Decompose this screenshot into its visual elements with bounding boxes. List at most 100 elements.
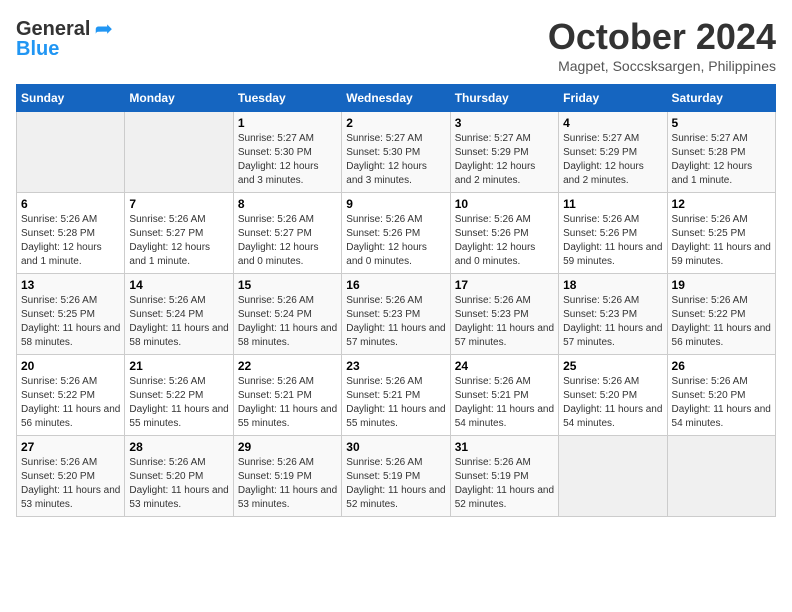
week-row-1: 1 Sunrise: 5:27 AM Sunset: 5:30 PM Daylig… [17,112,776,193]
day-number: 8 [238,197,337,211]
day-info: Sunrise: 5:27 AM Sunset: 5:30 PM Dayligh… [238,132,337,188]
col-header-thursday: Thursday [450,85,558,112]
day-info: Sunrise: 5:26 AM Sunset: 5:25 PM Dayligh… [21,294,120,350]
day-number: 16 [346,278,445,292]
day-number: 3 [455,116,554,130]
day-info: Sunrise: 5:26 AM Sunset: 5:24 PM Dayligh… [129,294,228,350]
day-number: 12 [672,197,771,211]
day-info: Sunrise: 5:26 AM Sunset: 5:21 PM Dayligh… [455,375,554,431]
logo: General ➦ Blue [16,16,113,61]
day-info: Sunrise: 5:26 AM Sunset: 5:27 PM Dayligh… [129,213,228,269]
day-number: 10 [455,197,554,211]
day-number: 24 [455,359,554,373]
day-number: 14 [129,278,228,292]
day-cell [667,436,775,517]
day-cell: 24 Sunrise: 5:26 AM Sunset: 5:21 PM Dayli… [450,355,558,436]
col-header-monday: Monday [125,85,233,112]
day-number: 20 [21,359,120,373]
day-number: 15 [238,278,337,292]
day-info: Sunrise: 5:26 AM Sunset: 5:20 PM Dayligh… [21,456,120,512]
day-info: Sunrise: 5:26 AM Sunset: 5:23 PM Dayligh… [346,294,445,350]
day-cell: 4 Sunrise: 5:27 AM Sunset: 5:29 PM Daylig… [559,112,667,193]
day-cell: 21 Sunrise: 5:26 AM Sunset: 5:22 PM Dayli… [125,355,233,436]
day-number: 11 [563,197,662,211]
day-number: 31 [455,440,554,454]
day-cell: 11Sunrise: 5:26 AM Sunset: 5:26 PM Dayli… [559,193,667,274]
day-number: 21 [129,359,228,373]
day-number: 6 [21,197,120,211]
day-cell: 2 Sunrise: 5:27 AM Sunset: 5:30 PM Daylig… [342,112,450,193]
day-cell: 13 Sunrise: 5:26 AM Sunset: 5:25 PM Dayli… [17,274,125,355]
day-number: 27 [21,440,120,454]
day-cell: 10Sunrise: 5:26 AM Sunset: 5:26 PM Dayli… [450,193,558,274]
day-cell: 5 Sunrise: 5:27 AM Sunset: 5:28 PM Daylig… [667,112,775,193]
day-info: Sunrise: 5:26 AM Sunset: 5:19 PM Dayligh… [455,456,554,512]
col-header-sunday: Sunday [17,85,125,112]
day-number: 4 [563,116,662,130]
day-number: 9 [346,197,445,211]
col-header-tuesday: Tuesday [233,85,341,112]
day-cell: 1 Sunrise: 5:27 AM Sunset: 5:30 PM Daylig… [233,112,341,193]
day-info: Sunrise: 5:27 AM Sunset: 5:30 PM Dayligh… [346,132,445,188]
day-number: 29 [238,440,337,454]
day-cell: 27 Sunrise: 5:26 AM Sunset: 5:20 PM Dayli… [17,436,125,517]
day-cell: 30Sunrise: 5:26 AM Sunset: 5:19 PM Dayli… [342,436,450,517]
week-row-3: 13 Sunrise: 5:26 AM Sunset: 5:25 PM Dayli… [17,274,776,355]
day-info: Sunrise: 5:26 AM Sunset: 5:26 PM Dayligh… [346,213,445,269]
day-info: Sunrise: 5:26 AM Sunset: 5:25 PM Dayligh… [672,213,771,269]
day-number: 13 [21,278,120,292]
day-cell: 15 Sunrise: 5:26 AM Sunset: 5:24 PM Dayli… [233,274,341,355]
day-cell: 9 Sunrise: 5:26 AM Sunset: 5:26 PM Daylig… [342,193,450,274]
day-cell: 3 Sunrise: 5:27 AM Sunset: 5:29 PM Daylig… [450,112,558,193]
day-number: 1 [238,116,337,130]
day-cell: 19Sunrise: 5:26 AM Sunset: 5:22 PM Dayli… [667,274,775,355]
calendar-table: SundayMondayTuesdayWednesdayThursdayFrid… [16,84,776,517]
day-info: Sunrise: 5:26 AM Sunset: 5:20 PM Dayligh… [129,456,228,512]
day-cell: 18 Sunrise: 5:26 AM Sunset: 5:23 PM Dayli… [559,274,667,355]
day-info: Sunrise: 5:26 AM Sunset: 5:19 PM Dayligh… [238,456,337,512]
day-cell: 23Sunrise: 5:26 AM Sunset: 5:21 PM Dayli… [342,355,450,436]
day-number: 17 [455,278,554,292]
day-info: Sunrise: 5:26 AM Sunset: 5:20 PM Dayligh… [672,375,771,431]
col-header-wednesday: Wednesday [342,85,450,112]
day-cell: 16 Sunrise: 5:26 AM Sunset: 5:23 PM Dayli… [342,274,450,355]
day-number: 2 [346,116,445,130]
day-info: Sunrise: 5:26 AM Sunset: 5:24 PM Dayligh… [238,294,337,350]
day-cell [17,112,125,193]
day-info: Sunrise: 5:26 AM Sunset: 5:21 PM Dayligh… [346,375,445,431]
day-number: 18 [563,278,662,292]
day-cell: 20 Sunrise: 5:26 AM Sunset: 5:22 PM Dayli… [17,355,125,436]
day-cell: 17Sunrise: 5:26 AM Sunset: 5:23 PM Dayli… [450,274,558,355]
day-info: Sunrise: 5:26 AM Sunset: 5:27 PM Dayligh… [238,213,337,269]
week-row-4: 20 Sunrise: 5:26 AM Sunset: 5:22 PM Dayli… [17,355,776,436]
col-header-saturday: Saturday [667,85,775,112]
day-info: Sunrise: 5:26 AM Sunset: 5:23 PM Dayligh… [563,294,662,350]
day-info: Sunrise: 5:26 AM Sunset: 5:22 PM Dayligh… [129,375,228,431]
week-row-2: 6 Sunrise: 5:26 AM Sunset: 5:28 PM Daylig… [17,193,776,274]
month-title: October 2024 [548,16,776,58]
day-number: 25 [563,359,662,373]
header-row: SundayMondayTuesdayWednesdayThursdayFrid… [17,85,776,112]
day-info: Sunrise: 5:26 AM Sunset: 5:28 PM Dayligh… [21,213,120,269]
day-number: 22 [238,359,337,373]
title-block: October 2024 Magpet, Soccsksargen, Phili… [548,16,776,74]
day-cell: 7 Sunrise: 5:26 AM Sunset: 5:27 PM Daylig… [125,193,233,274]
page-header: General ➦ Blue October 2024 Magpet, Socc… [16,16,776,74]
day-number: 5 [672,116,771,130]
day-info: Sunrise: 5:26 AM Sunset: 5:19 PM Dayligh… [346,456,445,512]
day-info: Sunrise: 5:27 AM Sunset: 5:29 PM Dayligh… [563,132,662,188]
day-info: Sunrise: 5:26 AM Sunset: 5:20 PM Dayligh… [563,375,662,431]
day-number: 26 [672,359,771,373]
day-info: Sunrise: 5:26 AM Sunset: 5:22 PM Dayligh… [21,375,120,431]
day-cell: 25 Sunrise: 5:26 AM Sunset: 5:20 PM Dayli… [559,355,667,436]
day-cell: 8 Sunrise: 5:26 AM Sunset: 5:27 PM Daylig… [233,193,341,274]
day-cell: 12 Sunrise: 5:26 AM Sunset: 5:25 PM Dayli… [667,193,775,274]
day-cell: 31 Sunrise: 5:26 AM Sunset: 5:19 PM Dayli… [450,436,558,517]
day-number: 19 [672,278,771,292]
day-cell: 22Sunrise: 5:26 AM Sunset: 5:21 PM Dayli… [233,355,341,436]
day-number: 7 [129,197,228,211]
day-info: Sunrise: 5:27 AM Sunset: 5:29 PM Dayligh… [455,132,554,188]
location: Magpet, Soccsksargen, Philippines [548,58,776,74]
day-cell: 26 Sunrise: 5:26 AM Sunset: 5:20 PM Dayli… [667,355,775,436]
day-info: Sunrise: 5:27 AM Sunset: 5:28 PM Dayligh… [672,132,771,188]
